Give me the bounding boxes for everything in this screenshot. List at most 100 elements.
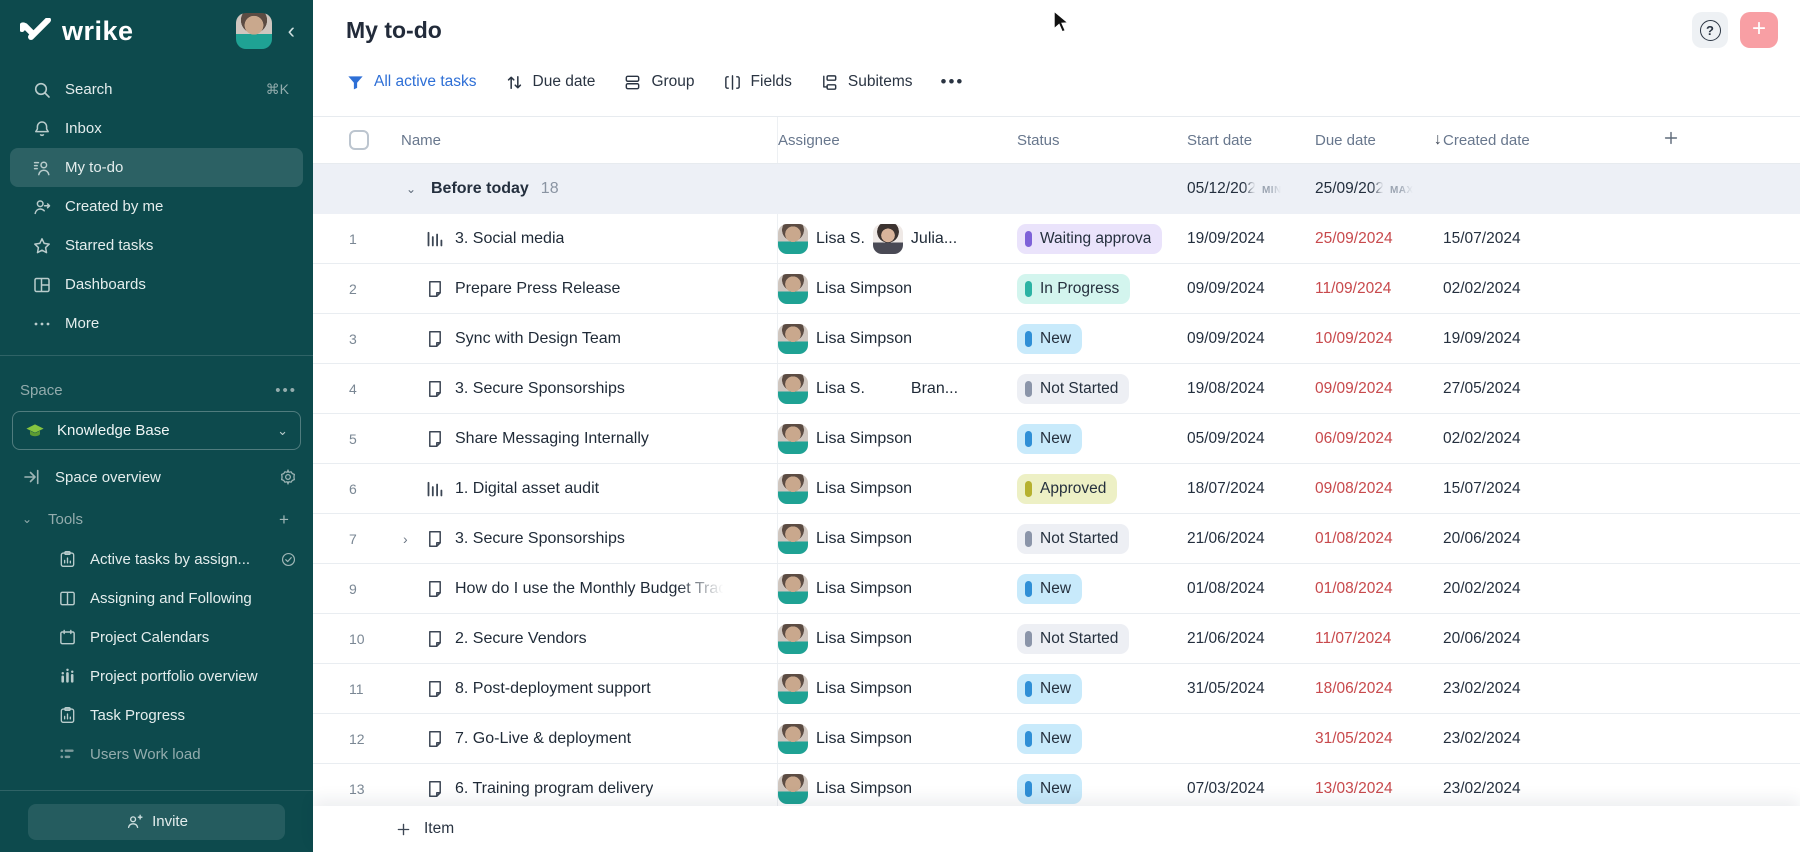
table-row[interactable]: 12 7. Go-Live & deployment Lisa Simpson … <box>313 714 1800 764</box>
start-date-cell[interactable]: 21/06/2024 <box>1187 630 1315 648</box>
assignee-cell[interactable]: Lisa Simpson <box>778 774 1017 804</box>
task-name[interactable]: 3. Secure Sponsorships <box>455 530 625 548</box>
table-row[interactable]: 10 2. Secure Vendors Lisa Simpson Not St… <box>313 614 1800 664</box>
column-header-created-date[interactable]: Created date <box>1443 132 1620 149</box>
space-menu-icon[interactable]: ••• <box>275 382 297 399</box>
created-date-cell[interactable]: 23/02/2024 <box>1443 730 1620 748</box>
expand-chevron-icon[interactable]: › <box>401 531 425 547</box>
assignee-cell[interactable]: Lisa Simpson <box>778 324 1017 354</box>
task-name[interactable]: 3. Social media <box>455 230 564 248</box>
sort-due-date[interactable]: Due date <box>505 73 596 92</box>
tool-item-assigning-and-following[interactable]: Assigning and Following <box>0 579 313 618</box>
table-row[interactable]: 9 How do I use the Monthly Budget Trac L… <box>313 564 1800 614</box>
sidebar-item-starred-tasks[interactable]: Starred tasks <box>10 226 303 265</box>
help-button[interactable]: ? <box>1692 12 1728 48</box>
group-button[interactable]: Group <box>623 73 694 92</box>
due-date-cell[interactable]: 06/09/2024 <box>1315 430 1443 448</box>
due-date-cell[interactable]: 18/06/2024 <box>1315 680 1443 698</box>
created-date-cell[interactable]: 15/07/2024 <box>1443 230 1620 248</box>
task-name[interactable]: 2. Secure Vendors <box>455 630 587 648</box>
due-date-cell[interactable]: 11/09/2024 <box>1315 280 1443 298</box>
column-header-status[interactable]: Status <box>1017 132 1187 149</box>
created-date-cell[interactable]: 15/07/2024 <box>1443 480 1620 498</box>
gear-icon[interactable] <box>279 468 297 486</box>
status-badge[interactable]: In Progress <box>1017 274 1130 304</box>
add-column-button[interactable] <box>1620 129 1800 151</box>
add-item-button[interactable]: Item <box>395 820 454 838</box>
table-row[interactable]: 1 3. Social media Lisa S.Julia... Waitin… <box>313 214 1800 264</box>
task-name[interactable]: 1. Digital asset audit <box>455 480 599 498</box>
assignee-cell[interactable]: Lisa S.Bran... <box>778 374 1017 404</box>
sidebar-item-dashboards[interactable]: Dashboards <box>10 265 303 304</box>
start-date-cell[interactable]: 21/06/2024 <box>1187 530 1315 548</box>
filter-all-active-tasks[interactable]: All active tasks <box>346 73 477 92</box>
created-date-cell[interactable]: 20/06/2024 <box>1443 630 1620 648</box>
tool-item-project-calendars[interactable]: Project Calendars <box>0 618 313 657</box>
assignee-cell[interactable]: Lisa S.Julia... <box>778 224 1017 254</box>
created-date-cell[interactable]: 20/02/2024 <box>1443 580 1620 598</box>
status-badge[interactable]: Not Started <box>1017 374 1129 404</box>
start-date-cell[interactable]: 19/09/2024 <box>1187 230 1315 248</box>
assignee-cell[interactable]: Lisa Simpson <box>778 474 1017 504</box>
sidebar-item-more[interactable]: More <box>10 304 303 343</box>
status-badge[interactable]: Approved <box>1017 474 1117 504</box>
tool-item-project-portfolio-overview[interactable]: Project portfolio overview <box>0 657 313 696</box>
status-badge[interactable]: New <box>1017 774 1082 804</box>
created-date-cell[interactable]: 23/02/2024 <box>1443 680 1620 698</box>
table-row[interactable]: 2 Prepare Press Release Lisa Simpson In … <box>313 264 1800 314</box>
task-name[interactable]: 8. Post-deployment support <box>455 680 651 698</box>
tool-item-task-progress[interactable]: Task Progress <box>0 696 313 735</box>
tool-item-active-tasks-by-assign[interactable]: Active tasks by assign... <box>0 540 313 579</box>
due-date-cell[interactable]: 31/05/2024 <box>1315 730 1443 748</box>
table-row[interactable]: 13 6. Training program delivery Lisa Sim… <box>313 764 1800 806</box>
due-date-cell[interactable]: 09/09/2024 <box>1315 380 1443 398</box>
start-date-cell[interactable]: 19/08/2024 <box>1187 380 1315 398</box>
fields-button[interactable]: Fields <box>723 73 792 92</box>
assignee-cell[interactable]: Lisa Simpson <box>778 574 1017 604</box>
space-selector-knowledge-base[interactable]: Knowledge Base ⌄ <box>12 411 301 450</box>
sort-descending-icon[interactable]: ↓ <box>1434 131 1442 149</box>
select-all-checkbox[interactable] <box>349 130 369 150</box>
start-date-cell[interactable]: 18/07/2024 <box>1187 480 1315 498</box>
table-row[interactable]: 11 8. Post-deployment support Lisa Simps… <box>313 664 1800 714</box>
created-date-cell[interactable]: 02/02/2024 <box>1443 280 1620 298</box>
user-avatar[interactable] <box>236 13 272 49</box>
task-name[interactable]: 7. Go-Live & deployment <box>455 730 631 748</box>
table-row[interactable]: 7 › 3. Secure Sponsorships Lisa Simpson … <box>313 514 1800 564</box>
status-badge[interactable]: Not Started <box>1017 624 1129 654</box>
task-name[interactable]: Prepare Press Release <box>455 280 620 298</box>
assignee-cell[interactable]: Lisa Simpson <box>778 424 1017 454</box>
task-name[interactable]: Share Messaging Internally <box>455 430 649 448</box>
create-new-button[interactable]: + <box>1740 12 1778 48</box>
start-date-cell[interactable]: 09/09/2024 <box>1187 280 1315 298</box>
start-date-cell[interactable]: 01/08/2024 <box>1187 580 1315 598</box>
due-date-cell[interactable]: 01/08/2024 <box>1315 580 1443 598</box>
status-badge[interactable]: Waiting approva <box>1017 224 1162 254</box>
sidebar-item-inbox[interactable]: Inbox <box>10 109 303 148</box>
due-date-cell[interactable]: 25/09/2024 <box>1315 230 1443 248</box>
status-badge[interactable]: Not Started <box>1017 524 1129 554</box>
assignee-cell[interactable]: Lisa Simpson <box>778 674 1017 704</box>
table-row[interactable]: 5 Share Messaging Internally Lisa Simpso… <box>313 414 1800 464</box>
column-header-start-date[interactable]: Start date <box>1187 132 1315 149</box>
due-date-cell[interactable]: 13/03/2024 <box>1315 780 1443 798</box>
toolbar-more-icon[interactable]: ••• <box>941 72 965 92</box>
sidebar-collapse-icon[interactable]: ‹ <box>284 16 299 46</box>
assignee-cell[interactable]: Lisa Simpson <box>778 274 1017 304</box>
tool-item-users-work-load[interactable]: Users Work load <box>0 735 313 774</box>
due-date-cell[interactable]: 01/08/2024 <box>1315 530 1443 548</box>
created-date-cell[interactable]: 20/06/2024 <box>1443 530 1620 548</box>
sidebar-tools-header[interactable]: ⌄ Tools + <box>0 498 313 540</box>
task-name[interactable]: Sync with Design Team <box>455 330 621 348</box>
start-date-cell[interactable]: 05/09/2024 <box>1187 430 1315 448</box>
column-header-name[interactable]: Name <box>401 132 441 149</box>
due-date-cell[interactable]: 10/09/2024 <box>1315 330 1443 348</box>
table-row[interactable]: 6 1. Digital asset audit Lisa Simpson Ap… <box>313 464 1800 514</box>
created-date-cell[interactable]: 19/09/2024 <box>1443 330 1620 348</box>
sidebar-item-space-overview[interactable]: Space overview <box>0 456 313 498</box>
start-date-cell[interactable]: 31/05/2024 <box>1187 680 1315 698</box>
created-date-cell[interactable]: 02/02/2024 <box>1443 430 1620 448</box>
due-date-cell[interactable]: 11/07/2024 <box>1315 630 1443 648</box>
task-name[interactable]: How do I use the Monthly Budget Trac <box>455 580 726 598</box>
created-date-cell[interactable]: 23/02/2024 <box>1443 780 1620 798</box>
